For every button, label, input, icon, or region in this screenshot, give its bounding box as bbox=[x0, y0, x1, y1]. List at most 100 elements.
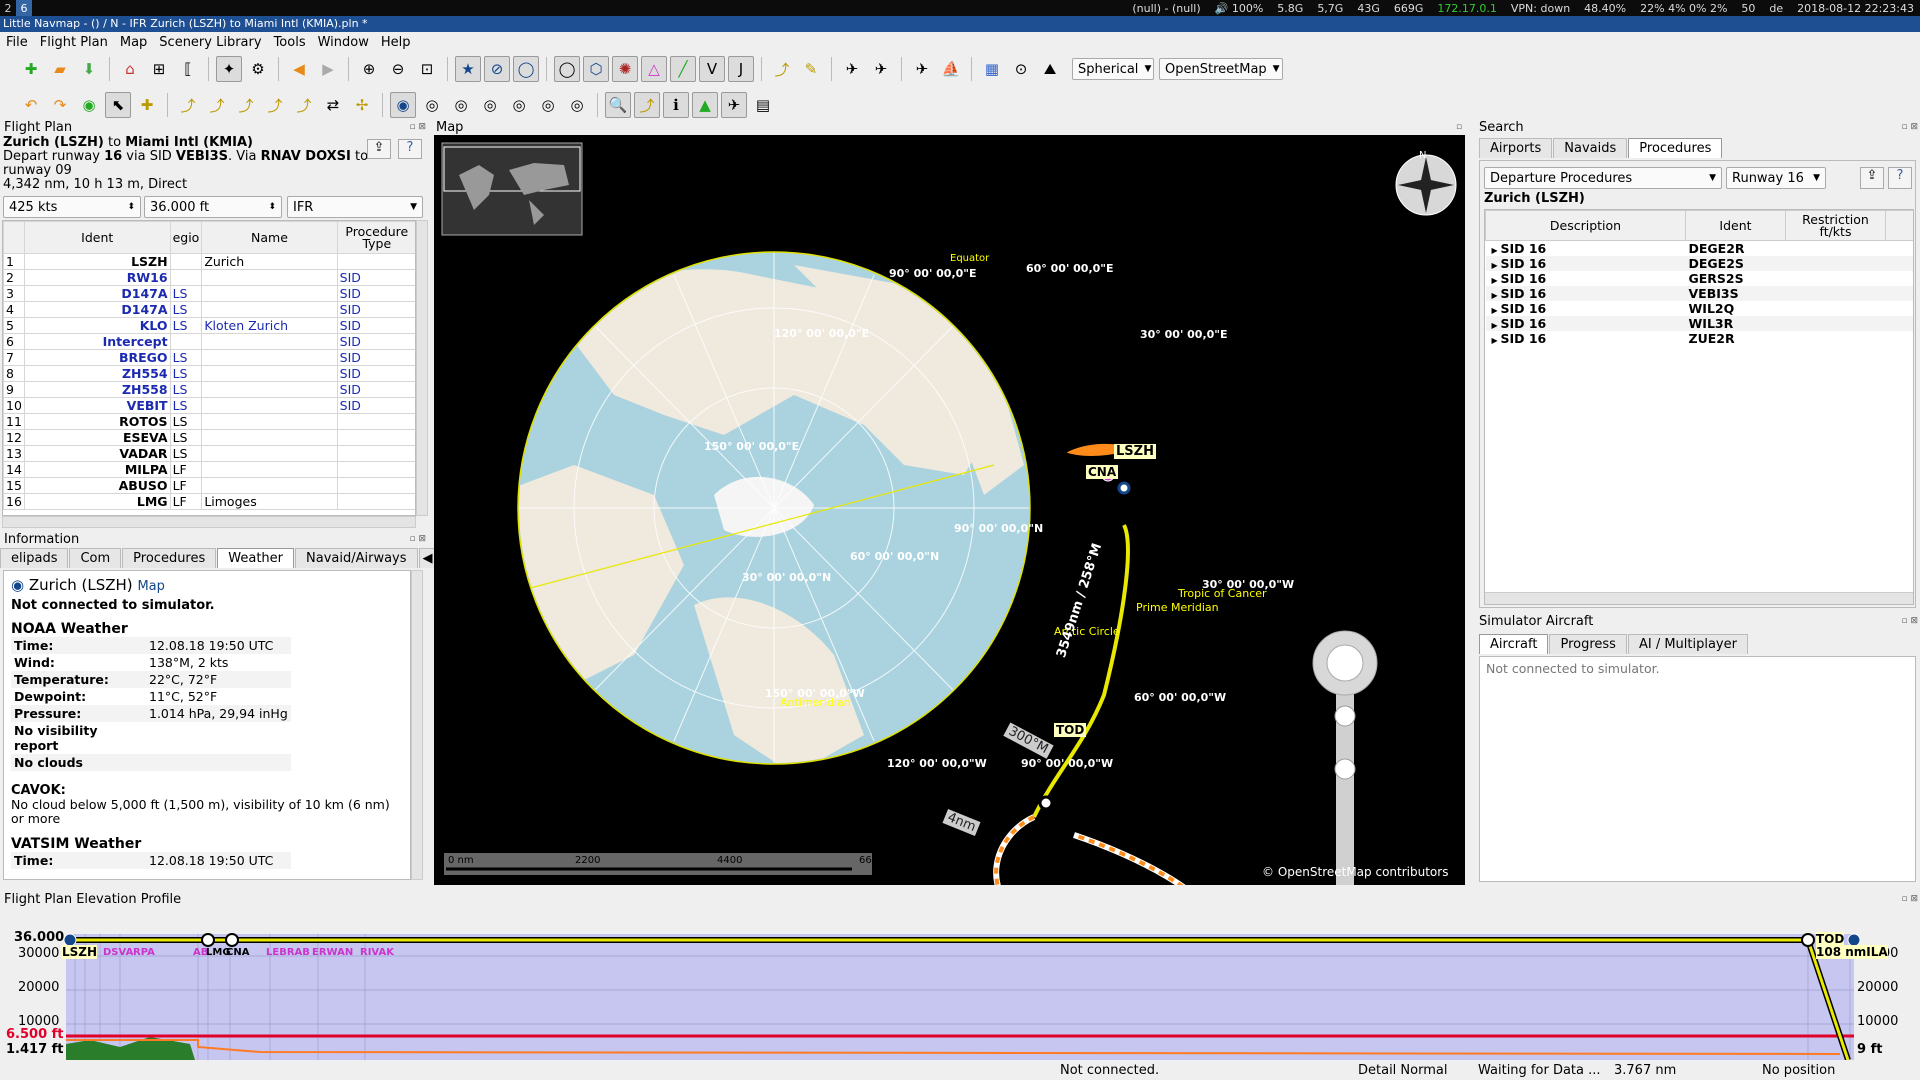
jet-airway-icon[interactable]: J bbox=[728, 56, 754, 82]
procedure-row[interactable]: ▶ SID 16 WIL2Q bbox=[1485, 301, 1913, 316]
route-edit-icon[interactable]: ⤴ bbox=[769, 56, 795, 82]
grid-icon[interactable]: ▦ bbox=[979, 56, 1005, 82]
procedure-row[interactable]: ▶ SID 16 WIL3R bbox=[1485, 316, 1913, 331]
victor-airway-icon[interactable]: V bbox=[699, 56, 725, 82]
altitude-field[interactable]: 36.000 ft ⬍ bbox=[144, 196, 282, 218]
airport-empty-icon[interactable]: ◯ bbox=[513, 56, 539, 82]
airport-icon[interactable]: ★ bbox=[455, 56, 481, 82]
compass-rose-icon[interactable]: ⊙ bbox=[1008, 56, 1034, 82]
legend-icon[interactable]: ▤ bbox=[750, 92, 776, 118]
dock-close-icon[interactable]: ▫ ⊠ bbox=[1901, 894, 1918, 904]
projection-select[interactable]: Spherical ▼ bbox=[1072, 58, 1154, 80]
open-folder-icon[interactable]: ▰ bbox=[47, 56, 73, 82]
table-row[interactable]: 3 D147A LS SID bbox=[3, 285, 415, 302]
help-icon[interactable]: ? bbox=[1888, 167, 1912, 189]
table-row[interactable]: 4 D147A LS SID bbox=[3, 301, 415, 318]
dock-close-icon[interactable]: ▫ ⊠ bbox=[409, 122, 426, 132]
col-extra[interactable] bbox=[1885, 210, 1913, 241]
waypoint-icon[interactable]: △ bbox=[641, 56, 667, 82]
tod-label[interactable]: TOD bbox=[1054, 723, 1087, 737]
tab-procedures[interactable]: Procedures bbox=[122, 548, 217, 568]
procedure-row[interactable]: ▶ SID 16 DEGE2S bbox=[1485, 256, 1913, 271]
route-center-icon[interactable]: ✢ bbox=[349, 92, 375, 118]
new-plan-icon[interactable]: ✚ bbox=[18, 56, 44, 82]
tab-weather[interactable]: Weather bbox=[217, 548, 295, 568]
menu-scenery-library[interactable]: Scenery Library bbox=[153, 35, 267, 50]
tab-airports[interactable]: Airports bbox=[1479, 138, 1553, 158]
aircraft-window-icon[interactable]: ✈ bbox=[721, 92, 747, 118]
mission-icon[interactable]: ✎ bbox=[798, 56, 824, 82]
calculate-icon[interactable]: ◉ bbox=[76, 92, 102, 118]
fp-hscrollbar[interactable] bbox=[2, 516, 416, 528]
table-row[interactable]: 1 LSZH Zurich bbox=[3, 253, 415, 270]
zoom-in-button[interactable] bbox=[1334, 758, 1356, 780]
airport-soft-icon[interactable]: ⊘ bbox=[484, 56, 510, 82]
ndb-icon[interactable]: ✺ bbox=[612, 56, 638, 82]
map-link[interactable]: Map bbox=[137, 579, 164, 594]
aircraft-track-icon[interactable]: ✈ bbox=[868, 56, 894, 82]
zoom-fit-icon[interactable]: ⊡ bbox=[414, 56, 440, 82]
menu-map[interactable]: Map bbox=[114, 35, 153, 50]
search-dist-icon[interactable]: ◎ bbox=[535, 92, 561, 118]
overview-map[interactable] bbox=[441, 142, 583, 236]
vor-hex-icon[interactable]: ⬡ bbox=[583, 56, 609, 82]
map-attribution[interactable]: © OpenStreetMap contributors bbox=[1262, 865, 1448, 879]
search-icao-icon[interactable]: ◎ bbox=[419, 92, 445, 118]
search-extra-icon[interactable]: ◎ bbox=[564, 92, 590, 118]
tod-symbol[interactable] bbox=[1038, 795, 1054, 811]
route-airway-icon[interactable]: ⤴ bbox=[233, 92, 259, 118]
table-row[interactable]: 13 VADAR LS bbox=[3, 445, 415, 462]
table-row[interactable]: 15 ABUSO LF bbox=[3, 477, 415, 494]
mountain-icon[interactable]: ⛰ bbox=[1037, 56, 1063, 82]
search-icon[interactable]: ◉ bbox=[390, 92, 416, 118]
table-row[interactable]: 11 ROTOS LS bbox=[3, 413, 415, 430]
home-button[interactable] bbox=[1334, 705, 1356, 727]
aircraft-icon[interactable]: ✈ bbox=[839, 56, 865, 82]
ils-icon[interactable]: ╱ bbox=[670, 56, 696, 82]
find-icon[interactable]: 🔍 bbox=[605, 92, 631, 118]
info-icon[interactable]: ℹ bbox=[663, 92, 689, 118]
table-row[interactable]: 14 MILPA LF bbox=[3, 461, 415, 478]
table-row[interactable]: 5 KLO LS Kloten Zurich SID bbox=[3, 317, 415, 334]
tab-navaid-airways[interactable]: Navaid/Airways bbox=[295, 548, 418, 568]
tab-search-procedures[interactable]: Procedures bbox=[1628, 138, 1723, 158]
save-icon[interactable]: ⬇ bbox=[76, 56, 102, 82]
tab-progress[interactable]: Progress bbox=[1549, 634, 1627, 654]
procedure-type-select[interactable]: Departure Procedures ▼ bbox=[1484, 167, 1722, 189]
fp-scrollbar[interactable] bbox=[416, 220, 428, 516]
export-icon[interactable]: ⇪ bbox=[367, 139, 391, 159]
col-description[interactable]: Description bbox=[1485, 210, 1686, 241]
dock-close-icon[interactable]: ▫ ⊠ bbox=[1901, 122, 1918, 132]
table-row[interactable]: 10 VEBIT LS SID bbox=[3, 397, 415, 414]
map-canvas[interactable] bbox=[434, 135, 1465, 885]
tab-aircraft[interactable]: Aircraft bbox=[1479, 634, 1549, 654]
col-ident[interactable]: Ident bbox=[1685, 210, 1786, 241]
workspace-1[interactable]: 2 bbox=[0, 0, 16, 16]
search-rating-icon[interactable]: ◎ bbox=[477, 92, 503, 118]
table-row[interactable]: 7 BREGO LS SID bbox=[3, 349, 415, 366]
map-float-icon[interactable]: ▫ bbox=[1456, 122, 1462, 132]
route-high-icon[interactable]: ⤴ bbox=[291, 92, 317, 118]
menu-tools[interactable]: Tools bbox=[268, 35, 312, 50]
col-procedure[interactable]: Procedure Type bbox=[336, 221, 415, 254]
col-region[interactable]: egio bbox=[169, 221, 203, 254]
cna-symbol[interactable] bbox=[1117, 481, 1131, 495]
add-waypoint-icon[interactable]: ✚ bbox=[134, 92, 160, 118]
menu-window[interactable]: Window bbox=[312, 35, 375, 50]
col-name[interactable]: Name bbox=[201, 221, 338, 254]
help-icon[interactable]: ? bbox=[398, 139, 422, 159]
map-view[interactable]: Equator Tropic of Cancer Prime Meridian … bbox=[434, 135, 1465, 885]
tab-com[interactable]: Com bbox=[69, 548, 122, 568]
workspace-2[interactable]: 6 bbox=[16, 0, 32, 16]
rules-select[interactable]: IFR ▼ bbox=[287, 196, 423, 218]
wrench-icon[interactable]: ⚙ bbox=[245, 56, 271, 82]
procedure-row[interactable]: ▶ SID 16 GERS2S bbox=[1485, 271, 1913, 286]
tab-ai-multiplayer[interactable]: AI / Multiplayer bbox=[1627, 634, 1748, 654]
lszh-label[interactable]: LSZH bbox=[1114, 444, 1156, 459]
speed-field[interactable]: 425 kts ⬍ bbox=[3, 196, 141, 218]
table-row[interactable]: 16 LMG LF Limoges bbox=[3, 493, 415, 510]
table-row[interactable]: 8 ZH554 LS SID bbox=[3, 365, 415, 382]
search-spec-icon[interactable]: ◎ bbox=[506, 92, 532, 118]
search-faa-icon[interactable]: ◎ bbox=[448, 92, 474, 118]
tab-helipads[interactable]: elipads bbox=[0, 548, 69, 568]
